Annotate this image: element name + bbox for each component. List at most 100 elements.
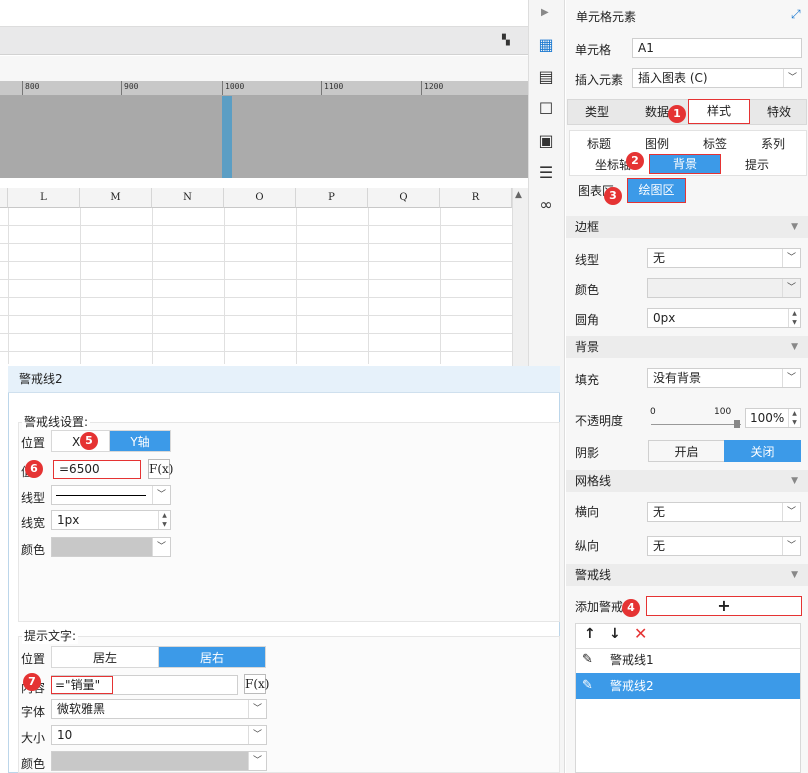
chart-canvas-right[interactable] bbox=[232, 96, 528, 178]
cell-attribute-icon[interactable]: ▤ bbox=[537, 68, 555, 86]
column-header[interactable]: R bbox=[440, 188, 512, 208]
border-line-type-select[interactable]: 无 ﹀ bbox=[647, 248, 801, 268]
warning-line-item[interactable]: ✎ 警戒线1 bbox=[576, 647, 800, 673]
section-grid-lines[interactable]: 网格线 ▼ bbox=[566, 470, 808, 492]
section-warning-lines[interactable]: 警戒线 ▼ bbox=[566, 564, 808, 586]
spreadsheet-grid[interactable]: L M N O P Q R bbox=[0, 188, 512, 364]
pin-icon[interactable]: ⤢ bbox=[791, 7, 801, 22]
tab-label[interactable]: 标签 bbox=[686, 133, 744, 155]
stepper-icon[interactable]: ▲ ▼ bbox=[788, 309, 800, 327]
column-header[interactable]: Q bbox=[368, 188, 440, 208]
column-header[interactable]: N bbox=[152, 188, 224, 208]
solid-line-sample bbox=[56, 495, 146, 496]
section-border[interactable]: 边框 ▼ bbox=[566, 216, 808, 238]
border-color-select[interactable]: ﹀ bbox=[647, 278, 801, 298]
align-right-option[interactable]: 居右 bbox=[158, 646, 266, 668]
layers-icon[interactable]: ☰ bbox=[537, 164, 555, 182]
size-select[interactable]: 10 ﹀ bbox=[51, 725, 267, 745]
line-type-select[interactable]: ﹀ bbox=[51, 485, 171, 505]
align-left-option[interactable]: 居左 bbox=[51, 646, 159, 668]
step-badge: 2 bbox=[626, 152, 644, 170]
tab-title[interactable]: 标题 bbox=[570, 133, 628, 155]
edit-icon[interactable]: ✎ bbox=[582, 673, 593, 699]
stepper-icon[interactable]: ▲ ▼ bbox=[158, 511, 170, 529]
frame-icon[interactable]: ☐ bbox=[537, 100, 555, 118]
content-input[interactable]: ="销量" bbox=[51, 676, 113, 694]
grid-line bbox=[80, 208, 81, 364]
move-up-icon[interactable]: ↑ bbox=[584, 626, 596, 642]
grid-row bbox=[0, 298, 512, 316]
column-header[interactable]: O bbox=[224, 188, 296, 208]
opacity-slider-track[interactable] bbox=[651, 424, 741, 425]
warning-line-name: 警戒线2 bbox=[610, 679, 654, 693]
collapse-arrow-icon[interactable]: ▶ bbox=[541, 7, 549, 18]
shadow-off-button[interactable]: 关闭 bbox=[724, 440, 801, 462]
chevron-down-icon: ﹀ bbox=[782, 537, 800, 555]
step-badge: 7 bbox=[23, 673, 41, 691]
section-background[interactable]: 背景 ▼ bbox=[566, 336, 808, 358]
column-header-partial bbox=[0, 188, 8, 208]
chevron-down-icon: ﹀ bbox=[152, 538, 170, 556]
move-down-icon[interactable]: ↓ bbox=[609, 626, 621, 642]
vertical-select[interactable]: 无 ﹀ bbox=[647, 536, 801, 556]
formula-button[interactable]: F(x) bbox=[148, 459, 173, 479]
insert-element-label: 插入元素 bbox=[575, 73, 624, 87]
size-label: 大小 bbox=[21, 731, 46, 745]
opacity-value: 100% bbox=[750, 411, 785, 425]
font-label: 字体 bbox=[21, 705, 46, 719]
opacity-slider-knob[interactable] bbox=[734, 420, 740, 428]
tab-plot-area[interactable]: 绘图区 bbox=[627, 178, 686, 203]
insert-element-select[interactable]: 插入图表 (C) ﹀ bbox=[632, 68, 802, 88]
line-width-value: 1px bbox=[57, 513, 80, 527]
tab-series[interactable]: 系列 bbox=[744, 133, 802, 155]
grid-line bbox=[368, 208, 369, 364]
grid-line bbox=[224, 208, 225, 364]
link-icon[interactable]: ∞ bbox=[537, 196, 555, 214]
tab-tooltip[interactable]: 提示 bbox=[723, 154, 791, 176]
font-select[interactable]: 微软雅黑 ﹀ bbox=[51, 699, 267, 719]
warning-line-name: 警戒线1 bbox=[610, 653, 654, 667]
cell-element-icon[interactable]: ▦ bbox=[537, 36, 555, 54]
tab-effect[interactable]: 特效 bbox=[752, 101, 806, 123]
chevron-down-icon: ﹀ bbox=[782, 369, 800, 387]
tab-style[interactable]: 样式 bbox=[688, 99, 750, 124]
line-color-select[interactable]: ﹀ bbox=[51, 537, 171, 557]
radius-input[interactable]: 0px ▲ ▼ bbox=[647, 308, 801, 328]
top-strip bbox=[0, 0, 528, 27]
widget-icon[interactable]: ▣ bbox=[537, 132, 555, 150]
warning-value-input[interactable]: =6500 bbox=[53, 460, 141, 479]
stepper-icon[interactable]: ▲ ▼ bbox=[788, 409, 800, 427]
y-axis-option[interactable]: Y轴 bbox=[109, 430, 171, 452]
hint-color-select[interactable]: ﹀ bbox=[51, 751, 267, 771]
canvas-highlight-column bbox=[222, 96, 232, 178]
collapse-icon: ▼ bbox=[791, 476, 798, 486]
format-brush-icon[interactable]: ▚ bbox=[502, 35, 514, 47]
add-warning-button[interactable]: + bbox=[646, 596, 802, 616]
formula-button[interactable]: F(x) bbox=[244, 674, 269, 694]
line-color-label: 颜色 bbox=[21, 543, 46, 557]
chevron-down-icon: ﹀ bbox=[782, 503, 800, 521]
chevron-down-icon: ﹀ bbox=[783, 69, 801, 87]
fill-select[interactable]: 没有背景 ﹀ bbox=[647, 368, 801, 388]
grid-scrollbar[interactable] bbox=[512, 188, 528, 368]
column-header[interactable]: P bbox=[296, 188, 368, 208]
shadow-label: 阴影 bbox=[575, 446, 600, 460]
radius-value: 0px bbox=[653, 311, 676, 325]
horizontal-select[interactable]: 无 ﹀ bbox=[647, 502, 801, 522]
column-header[interactable]: M bbox=[80, 188, 152, 208]
line-width-input[interactable]: 1px ▲ ▼ bbox=[51, 510, 171, 530]
insert-element-value: 插入图表 (C) bbox=[638, 71, 708, 85]
shadow-on-button[interactable]: 开启 bbox=[648, 440, 725, 462]
position-label: 位置 bbox=[21, 436, 46, 450]
scroll-up-icon[interactable]: ▲ bbox=[515, 190, 522, 200]
line-type-label: 线型 bbox=[21, 491, 46, 505]
column-header[interactable]: L bbox=[8, 188, 80, 208]
delete-icon[interactable]: ✕ bbox=[634, 624, 647, 643]
cell-input[interactable]: A1 bbox=[632, 38, 802, 58]
warning-line-item-selected[interactable]: ✎ 警戒线2 bbox=[576, 673, 800, 699]
tab-background[interactable]: 背景 bbox=[649, 154, 721, 174]
edit-icon[interactable]: ✎ bbox=[582, 647, 593, 673]
opacity-input[interactable]: 100% ▲ ▼ bbox=[745, 408, 801, 428]
tab-type[interactable]: 类型 bbox=[568, 101, 626, 123]
chevron-down-icon: ﹀ bbox=[248, 752, 266, 770]
